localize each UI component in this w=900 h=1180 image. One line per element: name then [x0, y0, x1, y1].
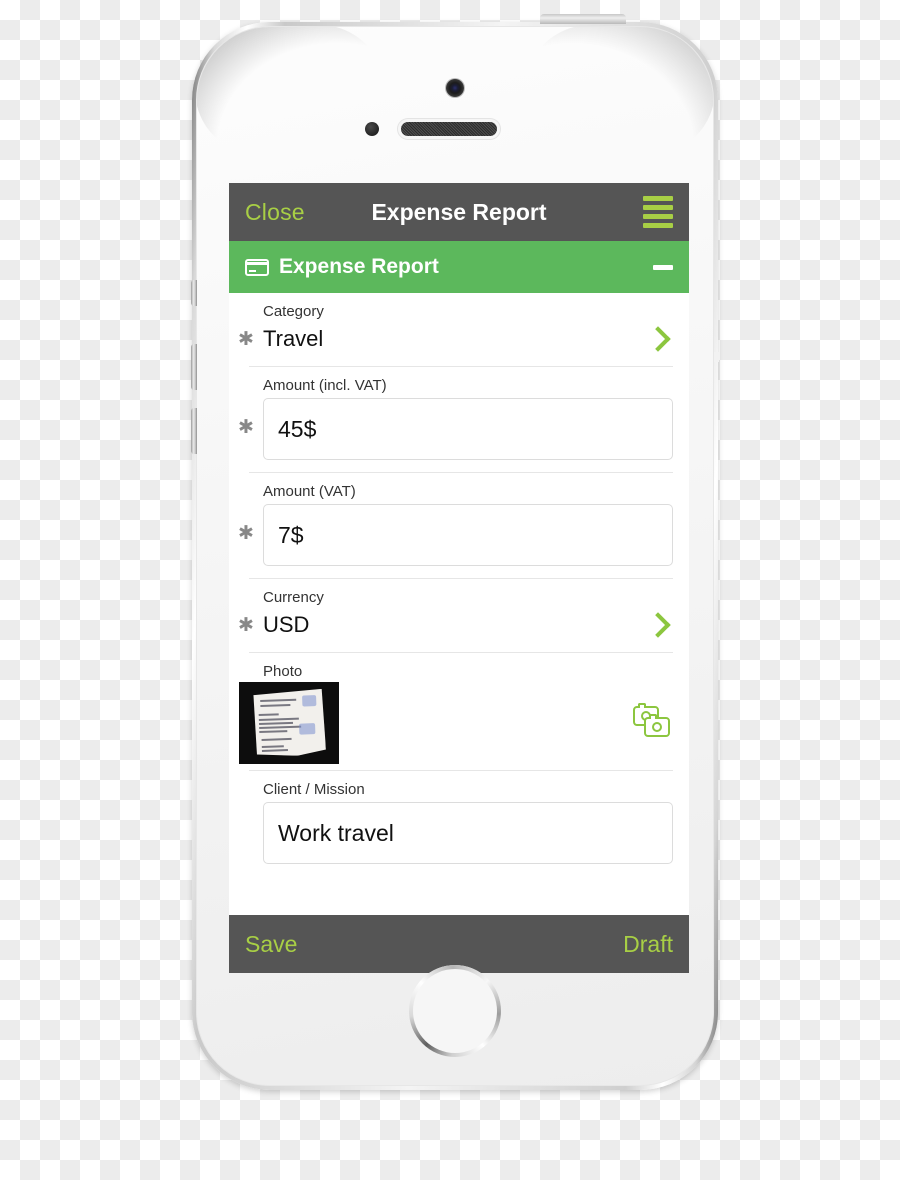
- power-button[interactable]: [540, 14, 626, 24]
- draft-button[interactable]: Draft: [623, 931, 673, 958]
- form-row-category[interactable]: Category ✱ Travel: [229, 293, 689, 366]
- section-title: Expense Report: [279, 255, 439, 278]
- field-label-category: Category: [263, 303, 324, 320]
- field-value-category: Travel: [263, 326, 324, 351]
- field-input-wrap-amount-vat: ✱: [229, 502, 689, 578]
- frame-highlight-top-left: [197, 27, 385, 155]
- field-label-client-mission: Client / Mission: [263, 781, 365, 798]
- field-label-currency: Currency: [263, 589, 324, 606]
- photo-line: ✱: [229, 682, 689, 770]
- field-value-row-category[interactable]: ✱ Travel: [229, 322, 689, 366]
- field-value-row-currency[interactable]: ✱ USD: [229, 608, 689, 652]
- field-label-amount-vat: Amount (VAT): [263, 483, 356, 500]
- antenna-seam: [714, 352, 719, 362]
- section-header-left: Expense Report: [245, 255, 439, 279]
- field-value-currency: USD: [263, 612, 310, 637]
- proximity-sensor-icon: [365, 122, 379, 136]
- required-marker-currency: ✱: [238, 614, 254, 636]
- field-input-wrap-amount-incl-vat: ✱: [229, 396, 689, 472]
- device-front-face: Close Expense Report Expense Report Cate…: [196, 26, 714, 1086]
- camera-icon[interactable]: [633, 703, 673, 740]
- minus-icon[interactable]: [653, 264, 673, 270]
- chevron-right-icon[interactable]: [645, 612, 671, 638]
- receipt-photo-thumbnail[interactable]: [239, 682, 339, 764]
- form-row-photo: Photo ✱: [229, 653, 689, 770]
- earpiece-speaker-icon: [401, 122, 497, 136]
- close-button[interactable]: Close: [245, 199, 305, 226]
- field-label-photo: Photo: [263, 663, 303, 680]
- receipt-image: [252, 689, 326, 757]
- form-row-client-mission: Client / Mission: [229, 771, 689, 876]
- required-marker-amount-vat: ✱: [238, 523, 254, 544]
- expense-form: Category ✱ Travel Amount (incl. VAT) ✱ 4…: [229, 293, 689, 876]
- save-button[interactable]: Save: [245, 931, 297, 958]
- credit-card-icon: [245, 258, 269, 276]
- volume-up-button[interactable]: [191, 344, 197, 390]
- client-mission-input[interactable]: [263, 802, 673, 864]
- menu-bar-3: [643, 214, 673, 219]
- required-marker-category: ✱: [238, 328, 254, 350]
- form-row-amount-vat: Amount (VAT) ✱: [229, 473, 689, 578]
- smartphone-device: Close Expense Report Expense Report Cate…: [191, 14, 719, 1090]
- menu-bar-2: [643, 205, 673, 210]
- chevron-right-icon[interactable]: [645, 326, 671, 352]
- camera-front-shape: [644, 714, 670, 737]
- volume-down-button[interactable]: [191, 408, 197, 454]
- form-row-amount-incl-vat: Amount (incl. VAT) ✱: [229, 367, 689, 472]
- phone-screen: Close Expense Report Expense Report Cate…: [229, 183, 689, 973]
- mute-switch[interactable]: [191, 280, 197, 306]
- menu-bar-1: [643, 196, 673, 201]
- home-button[interactable]: [409, 965, 501, 1057]
- hamburger-menu-icon[interactable]: [643, 196, 673, 228]
- amount-incl-vat-input[interactable]: [263, 398, 673, 460]
- front-camera-icon: [446, 79, 464, 97]
- device-metal-frame: Close Expense Report Expense Report Cate…: [191, 22, 719, 1090]
- frame-highlight-top-right: [525, 27, 713, 155]
- amount-vat-input[interactable]: [263, 504, 673, 566]
- field-input-wrap-client-mission: [229, 800, 689, 876]
- required-marker-amount-incl-vat: ✱: [238, 417, 254, 438]
- form-row-currency[interactable]: Currency ✱ USD: [229, 579, 689, 652]
- home-button-surface: [413, 969, 497, 1053]
- menu-bar-4: [643, 223, 673, 228]
- field-label-amount-incl-vat: Amount (incl. VAT): [263, 377, 387, 394]
- navigation-bar: Close Expense Report: [229, 183, 689, 241]
- section-header-expense-report[interactable]: Expense Report: [229, 241, 689, 293]
